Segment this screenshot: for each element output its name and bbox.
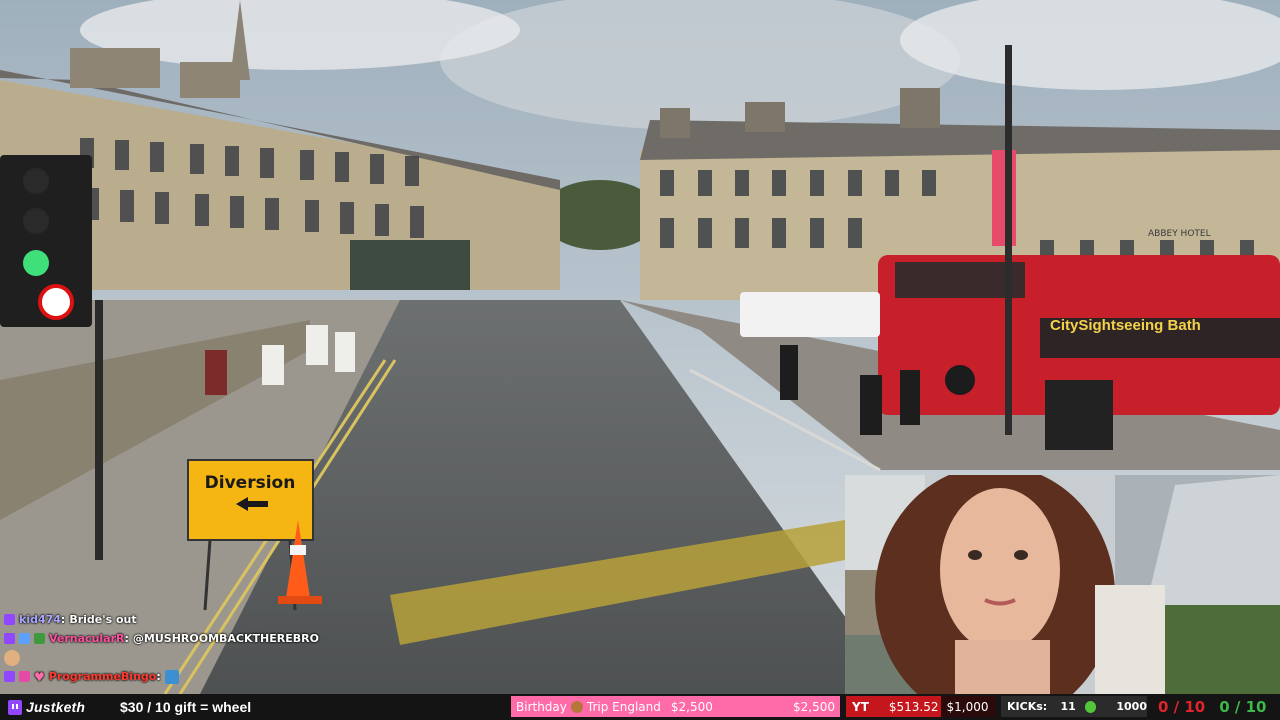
- twitch-logo-icon: [8, 699, 22, 715]
- twitch-badge-icon: [4, 671, 15, 682]
- cookie-icon: [570, 700, 583, 713]
- chat-message: kid474: Bride's out: [4, 610, 344, 629]
- webcam-overlay: [845, 475, 1280, 694]
- goal-target: $2,500: [793, 699, 835, 714]
- gift-wheel-text: $30 / 10 gift = wheel: [120, 699, 252, 715]
- chat-username[interactable]: VernacularR: [49, 632, 125, 645]
- kicks-count: 11: [1060, 700, 1076, 713]
- yt-goal: $1,000: [946, 699, 989, 714]
- ball-icon: [1085, 700, 1097, 713]
- chat-message: VernacularR: @MUSHROOMBACKTHEREBRO: [4, 629, 344, 648]
- kicks-goal: 1000: [1116, 700, 1147, 713]
- birthday-goal-bar: Birthday Trip England $2,500 $2,500: [511, 696, 840, 717]
- youtube-goal: YT $513.52 $1,000: [846, 696, 996, 717]
- heart-badge-icon: [19, 671, 30, 682]
- hotel-sign: ABBEY HOTEL: [1148, 229, 1211, 239]
- twitch-badge-icon: [4, 633, 15, 644]
- chat-message: [4, 648, 344, 667]
- yt-amount: $513.52: [886, 696, 941, 717]
- chat-username[interactable]: ProgrammeBingo: [49, 670, 157, 683]
- chat-text: Bride's out: [69, 613, 137, 626]
- chat-overlay: kid474: Bride's out VernacularR: @MUSHRO…: [4, 610, 344, 686]
- emote-icon: [164, 669, 179, 684]
- channel-brand: Justketh: [0, 699, 112, 715]
- emote-face-icon: [4, 649, 20, 666]
- webcam-image: [845, 475, 1280, 694]
- goal-current: $2,500: [670, 699, 713, 714]
- diversion-sign: Diversion: [205, 473, 296, 493]
- kicks-label: KICKs:: [1007, 700, 1048, 713]
- yt-label: YT: [846, 696, 887, 717]
- twitch-badge-icon: [4, 614, 15, 625]
- green-score: 0 / 10: [1219, 697, 1267, 716]
- goal-label: Birthday: [516, 699, 567, 714]
- score-counters: 0 / 10 0 / 10: [1158, 696, 1278, 717]
- kicks-counter: KICKs: 11 1000: [1001, 696, 1147, 717]
- red-score: 0 / 10: [1158, 697, 1206, 716]
- heart-icon: ♥: [34, 669, 45, 684]
- globe-badge-icon: [19, 633, 30, 644]
- goal-name: Trip England: [586, 699, 661, 714]
- chat-username[interactable]: kid474: [19, 613, 61, 626]
- channel-name: Justketh: [26, 699, 86, 715]
- chat-message: ♥ ProgrammeBingo:: [4, 667, 344, 686]
- bus-sign: CitySightseeing Bath: [1050, 317, 1201, 334]
- emote-badge-icon: [34, 633, 45, 644]
- chat-text: @MUSHROOMBACKTHEREBRO: [132, 632, 319, 645]
